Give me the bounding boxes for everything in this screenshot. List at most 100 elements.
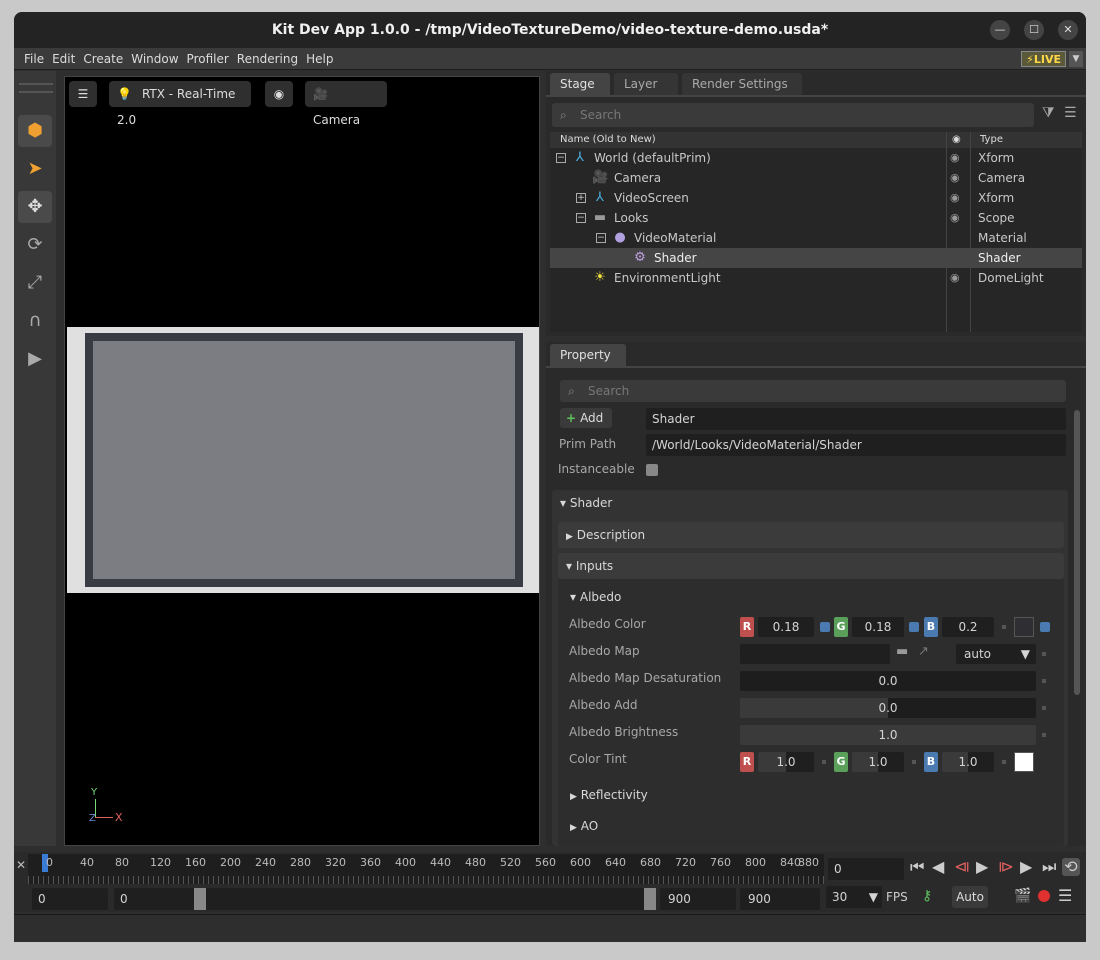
move-tool-icon[interactable]: ✥: [18, 191, 52, 223]
start-frame-field[interactable]: 0: [32, 888, 108, 910]
tree-row-world[interactable]: − ⅄ World (defaultPrim) ◉ Xform: [550, 148, 1082, 168]
timeline-ruler[interactable]: 0 40 80 120 160 200 240 280 320 360 400 …: [28, 854, 824, 884]
albedo-color-swatch[interactable]: [1014, 617, 1034, 637]
range-end-handle[interactable]: [644, 888, 656, 910]
albedo-brightness-slider[interactable]: 1.0: [740, 725, 1036, 745]
ao-section-header[interactable]: ▶ AO: [566, 813, 866, 839]
property-search-input[interactable]: ⌕ Search: [560, 380, 1066, 402]
collapse-icon[interactable]: −: [556, 153, 566, 163]
menu-edit[interactable]: Edit: [48, 48, 79, 70]
viewport-settings-icon[interactable]: ☰: [69, 81, 97, 107]
range-end-field[interactable]: 900: [660, 888, 736, 910]
expand-icon[interactable]: +: [576, 193, 586, 203]
clapper-icon[interactable]: 🎬: [1014, 888, 1031, 904]
instanceable-checkbox[interactable]: [646, 464, 658, 476]
live-button[interactable]: ⚡LIVE: [1021, 51, 1066, 67]
record-icon[interactable]: [1038, 890, 1050, 902]
visibility-eye-icon[interactable]: ◉: [950, 208, 960, 228]
color-tint-swatch[interactable]: [1014, 752, 1034, 772]
play-button-icon[interactable]: ▶: [976, 858, 988, 876]
tree-row-videoscreen[interactable]: + ⅄ VideoScreen ◉ Xform: [550, 188, 1082, 208]
color-tint-b-anim-icon[interactable]: [1002, 760, 1006, 764]
menu-help[interactable]: Help: [302, 48, 337, 70]
color-tint-g-field[interactable]: 1.0: [852, 752, 904, 772]
step-forward-icon[interactable]: ▶: [1020, 858, 1032, 876]
tab-layer[interactable]: Layer: [614, 73, 678, 95]
visibility-eye-icon[interactable]: ◉: [950, 268, 960, 288]
albedo-color-b-anim-icon[interactable]: [1002, 625, 1006, 629]
menu-rendering[interactable]: Rendering: [233, 48, 302, 70]
go-to-start-icon[interactable]: ⏮: [910, 858, 924, 876]
maximize-icon[interactable]: ☐: [1024, 20, 1044, 40]
snap-magnet-icon[interactable]: ∩: [18, 305, 52, 337]
shader-section-header[interactable]: ▾ Shader: [552, 490, 1068, 516]
folder-browse-icon[interactable]: ▬: [896, 644, 908, 659]
filter-icon[interactable]: ⧩: [1042, 105, 1055, 121]
color-tint-r-field[interactable]: 1.0: [758, 752, 814, 772]
visibility-eye-icon[interactable]: ◉: [950, 168, 960, 188]
tab-property[interactable]: Property: [550, 344, 626, 366]
add-button[interactable]: + Add: [560, 408, 612, 428]
renderer-button[interactable]: 💡 RTX - Real-Time 2.0: [109, 81, 251, 127]
tree-row-environmentlight[interactable]: ☀ EnvironmentLight ◉ DomeLight: [550, 268, 1082, 288]
auto-key-button[interactable]: Auto: [952, 886, 988, 908]
tree-row-videomaterial[interactable]: − ● VideoMaterial Material: [550, 228, 1082, 248]
albedo-map-desaturation-anim-icon[interactable]: [1042, 679, 1046, 683]
prev-key-icon[interactable]: ⧏: [954, 858, 970, 876]
prim-name-field[interactable]: Shader: [646, 408, 1066, 430]
inputs-section-header[interactable]: ▾ Inputs: [558, 553, 1064, 579]
keyframe-icon[interactable]: ⚷: [922, 888, 932, 904]
tree-row-looks[interactable]: − ▬ Looks ◉ Scope: [550, 208, 1082, 228]
timeline-menu-icon[interactable]: ☰: [1058, 886, 1072, 905]
live-dropdown-icon[interactable]: ▼: [1069, 51, 1083, 67]
collapse-icon[interactable]: −: [576, 213, 586, 223]
menu-window[interactable]: Window: [127, 48, 182, 70]
fps-select[interactable]: 30 ▼: [826, 886, 882, 908]
reflectivity-section-header[interactable]: ▶ Reflectivity: [566, 782, 866, 808]
minimize-icon[interactable]: —: [990, 20, 1010, 40]
albedo-add-anim-icon[interactable]: [1042, 706, 1046, 710]
tree-row-shader[interactable]: ⚙ Shader Shader: [550, 248, 1082, 268]
prim-path-field[interactable]: /World/Looks/VideoMaterial/Shader: [646, 434, 1066, 456]
play-icon[interactable]: ▶: [18, 343, 52, 375]
albedo-color-g-anim-icon[interactable]: [909, 622, 919, 632]
toolbar-grip[interactable]: [19, 83, 53, 93]
current-frame-field[interactable]: 0: [828, 858, 904, 880]
color-tint-g-anim-icon[interactable]: [912, 760, 916, 764]
step-back-icon[interactable]: ◀: [932, 858, 944, 876]
options-menu-icon[interactable]: ☰: [1064, 105, 1077, 121]
visibility-eye-icon[interactable]: ◉: [950, 188, 960, 208]
tab-stage[interactable]: Stage: [550, 73, 610, 95]
albedo-color-b-field[interactable]: 0.2: [942, 617, 994, 637]
albedo-color-r-anim-icon[interactable]: [820, 622, 830, 632]
close-timeline-icon[interactable]: ✕: [16, 858, 26, 872]
collapse-icon[interactable]: −: [596, 233, 606, 243]
albedo-brightness-anim-icon[interactable]: [1042, 733, 1046, 737]
scale-tool-icon[interactable]: ⤢: [18, 267, 52, 299]
albedo-color-g-field[interactable]: 0.18: [852, 617, 904, 637]
menu-profiler[interactable]: Profiler: [183, 48, 233, 70]
viewport[interactable]: ☰ 💡 RTX - Real-Time 2.0 ◉ 🎥 Camera Y Z X: [64, 76, 540, 846]
albedo-add-slider[interactable]: 0.0: [740, 698, 1036, 718]
locate-file-icon[interactable]: ↗: [918, 644, 929, 659]
description-section-header[interactable]: ▶ Description: [558, 522, 1064, 548]
rotate-tool-icon[interactable]: ⟳: [18, 229, 52, 261]
range-start-handle[interactable]: [194, 888, 206, 910]
select-mode-icon[interactable]: ⬢: [18, 115, 52, 147]
next-key-icon[interactable]: ⧐: [998, 858, 1014, 876]
menu-file[interactable]: File: [20, 48, 48, 70]
close-icon[interactable]: ✕: [1058, 20, 1078, 40]
color-tint-b-field[interactable]: 1.0: [942, 752, 994, 772]
albedo-map-desaturation-slider[interactable]: 0.0: [740, 671, 1036, 691]
tab-render-settings[interactable]: Render Settings: [682, 73, 802, 95]
end-frame-field[interactable]: 900: [740, 888, 820, 910]
tree-row-camera[interactable]: 🎥 Camera ◉ Camera: [550, 168, 1082, 188]
color-tint-r-anim-icon[interactable]: [822, 760, 826, 764]
menu-create[interactable]: Create: [79, 48, 127, 70]
loop-icon[interactable]: ⟲: [1062, 858, 1080, 876]
stage-search-input[interactable]: ⌕ Search: [552, 103, 1034, 127]
albedo-section-header[interactable]: ▾ Albedo: [566, 584, 866, 610]
visibility-eye-icon[interactable]: ◉: [950, 148, 960, 168]
select-arrow-icon[interactable]: ➤: [18, 153, 52, 185]
albedo-color-r-field[interactable]: 0.18: [758, 617, 814, 637]
